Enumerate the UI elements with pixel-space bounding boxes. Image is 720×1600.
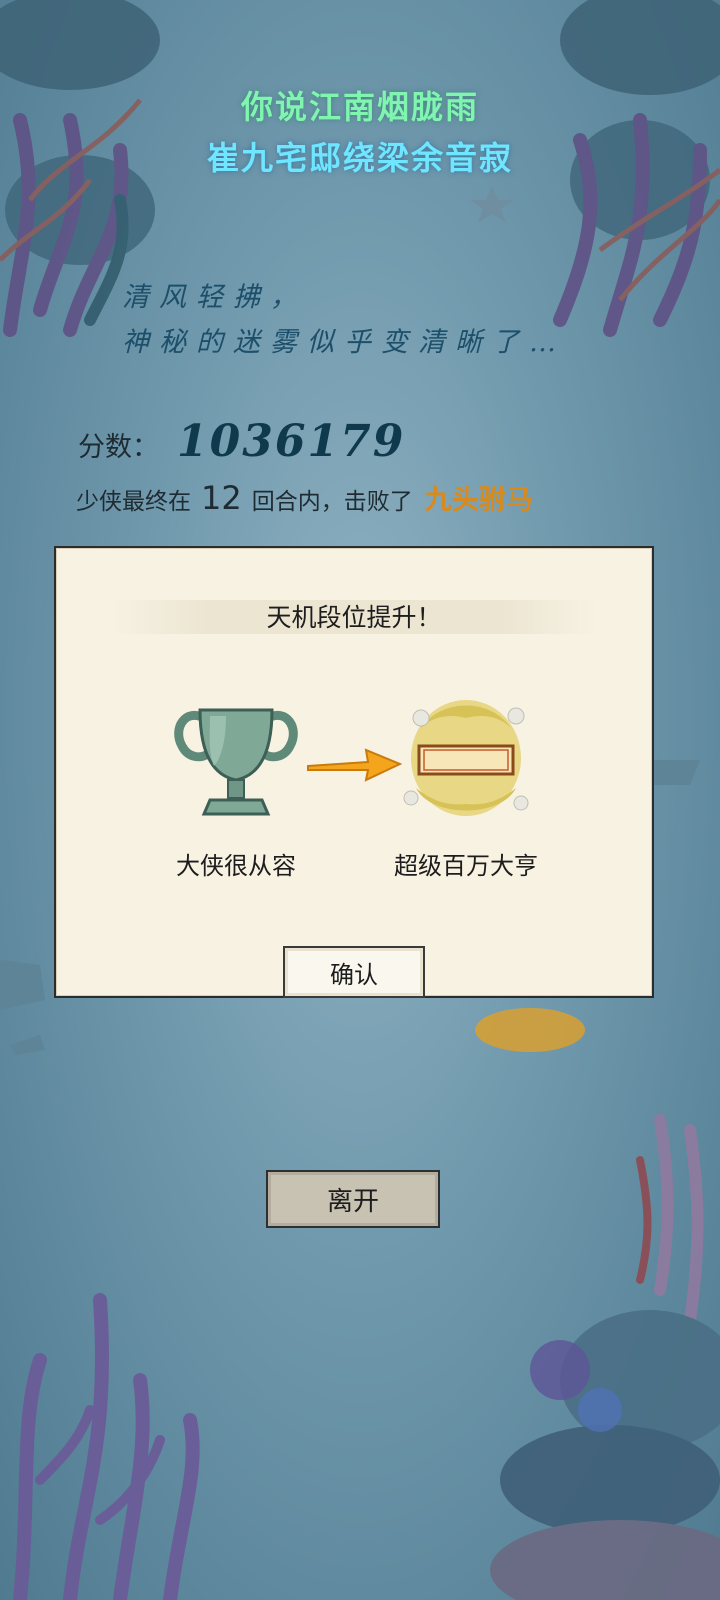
rank-up-dialog: 天机段位提升！ 大侠很从容 超级百万大亨 确认 xyxy=(54,546,654,998)
old-rank-name: 大侠很从容 xyxy=(176,852,296,880)
golden-dragon-emblem-icon xyxy=(403,700,529,816)
title-line-2: 崔九宅邸绕梁余音寂 xyxy=(206,139,513,177)
round-count: 12 xyxy=(201,479,242,517)
confirm-button[interactable]: 确认 xyxy=(283,946,425,998)
result-prefix: 少侠最终在 xyxy=(76,489,191,515)
score-row: 分数： 1036179 xyxy=(78,420,405,464)
leave-button[interactable]: 离开 xyxy=(266,1170,440,1228)
old-rank: 大侠很从容 xyxy=(126,688,346,881)
score-value: 1036179 xyxy=(177,416,406,467)
battle-result: 少侠最终在 12 回合内，击败了 九头驸马 xyxy=(76,478,533,517)
result-middle: 回合内，击败了 xyxy=(251,489,413,515)
new-rank: 超级百万大亨 xyxy=(356,688,576,881)
score-label: 分数： xyxy=(78,432,159,463)
dialog-title: 天机段位提升！ xyxy=(266,603,442,632)
title-line-1: 你说江南烟胧雨 xyxy=(240,88,479,126)
poem-line-2: 神秘的迷雾似乎变清晰了… xyxy=(122,327,566,358)
defeated-boss-name: 九头驸马 xyxy=(424,485,533,516)
poem-line-1: 清风轻拂， xyxy=(122,282,307,313)
jade-trophy-icon xyxy=(174,708,298,816)
new-rank-name: 超级百万大亨 xyxy=(394,852,538,880)
